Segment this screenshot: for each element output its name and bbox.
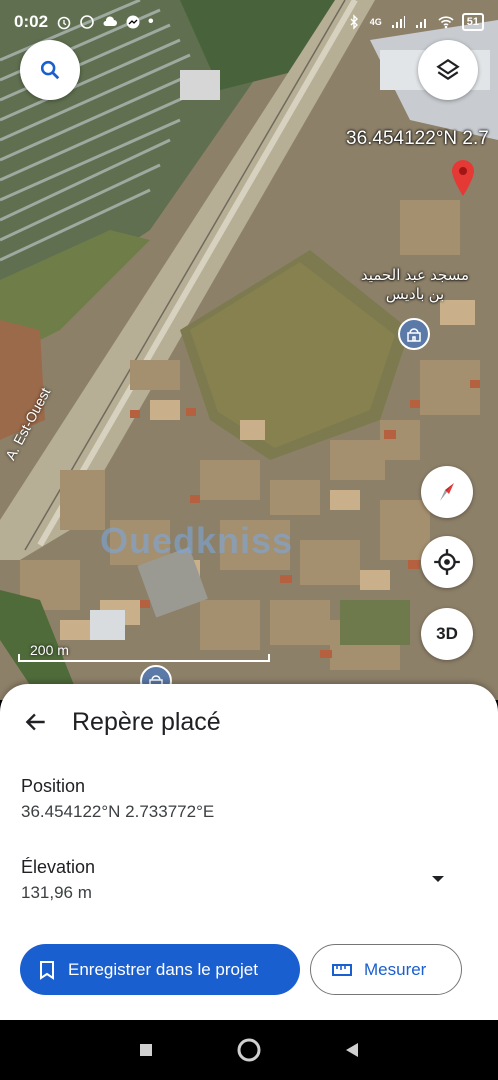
whatsapp-icon [80, 15, 94, 29]
status-time: 0:02 [14, 12, 49, 31]
layers-button[interactable] [418, 40, 478, 100]
sheet-header: Repère placé [0, 702, 498, 742]
sheet-title: Repère placé [72, 708, 221, 736]
map-view[interactable]: 0:02 • 4G 51 36.454122°N 2.7 مسجد عبد ال… [0, 0, 498, 700]
satellite-imagery [0, 0, 498, 700]
signal-icon-2 [415, 19, 426, 28]
marker-details-sheet: Repère placé Position 36.454122°N 2.7337… [0, 684, 498, 1020]
cloud-icon [103, 16, 118, 26]
back-triangle-icon [346, 1043, 358, 1057]
wifi-icon [438, 16, 454, 29]
elevation-label: Élevation [21, 857, 96, 877]
more-notifications-icon: • [148, 13, 154, 30]
elevation-value: 131,96 m [21, 883, 92, 902]
recents-icon [140, 1044, 152, 1056]
back-arrow-icon [25, 713, 45, 731]
mosque-icon[interactable] [398, 318, 430, 350]
status-notification-icons: • [56, 13, 154, 31]
my-location-button[interactable] [421, 536, 473, 588]
system-back-button[interactable] [338, 1036, 366, 1064]
chevron-down-icon[interactable] [428, 872, 448, 886]
back-button[interactable] [20, 706, 52, 738]
recents-button[interactable] [132, 1036, 160, 1064]
compass-icon [440, 483, 454, 501]
position-value: 36.454122°N 2.733772°E [21, 802, 215, 821]
alarm-icon [57, 16, 71, 30]
home-button[interactable] [235, 1036, 263, 1064]
ruler-icon [332, 963, 352, 976]
mosque-label: مسجد عبد الحميد بن باديس [360, 267, 470, 303]
layers-icon [436, 58, 460, 80]
my-location-icon [434, 549, 460, 575]
bookmark-icon [40, 960, 54, 980]
scale-line [18, 654, 270, 662]
system-nav-bar [0, 1020, 498, 1080]
save-to-project-button[interactable]: Enregistrer dans le projet [20, 944, 300, 995]
network-type: 4G [369, 16, 382, 27]
3d-button[interactable]: 3D [421, 608, 473, 660]
compass-button[interactable] [421, 466, 473, 518]
pin-icon[interactable] [451, 160, 475, 196]
messenger-icon [126, 15, 140, 29]
search-button[interactable] [20, 40, 80, 100]
save-to-project-label: Enregistrer dans le projet [68, 959, 258, 979]
home-icon [237, 1038, 261, 1062]
status-bar: 0:02 • 4G 51 [0, 0, 498, 44]
signal-icon [391, 16, 405, 28]
measure-label: Mesurer [364, 959, 427, 979]
scale-bar: 200 m [18, 640, 270, 664]
coords-overlay: 36.454122°N 2.7 [346, 128, 489, 149]
search-icon [40, 60, 60, 80]
measure-button[interactable]: Mesurer [310, 944, 462, 995]
battery-indicator: 51 [461, 13, 484, 31]
bluetooth-icon [350, 14, 358, 30]
watermark: Ouedkniss [100, 520, 294, 561]
position-label: Position [21, 776, 86, 796]
